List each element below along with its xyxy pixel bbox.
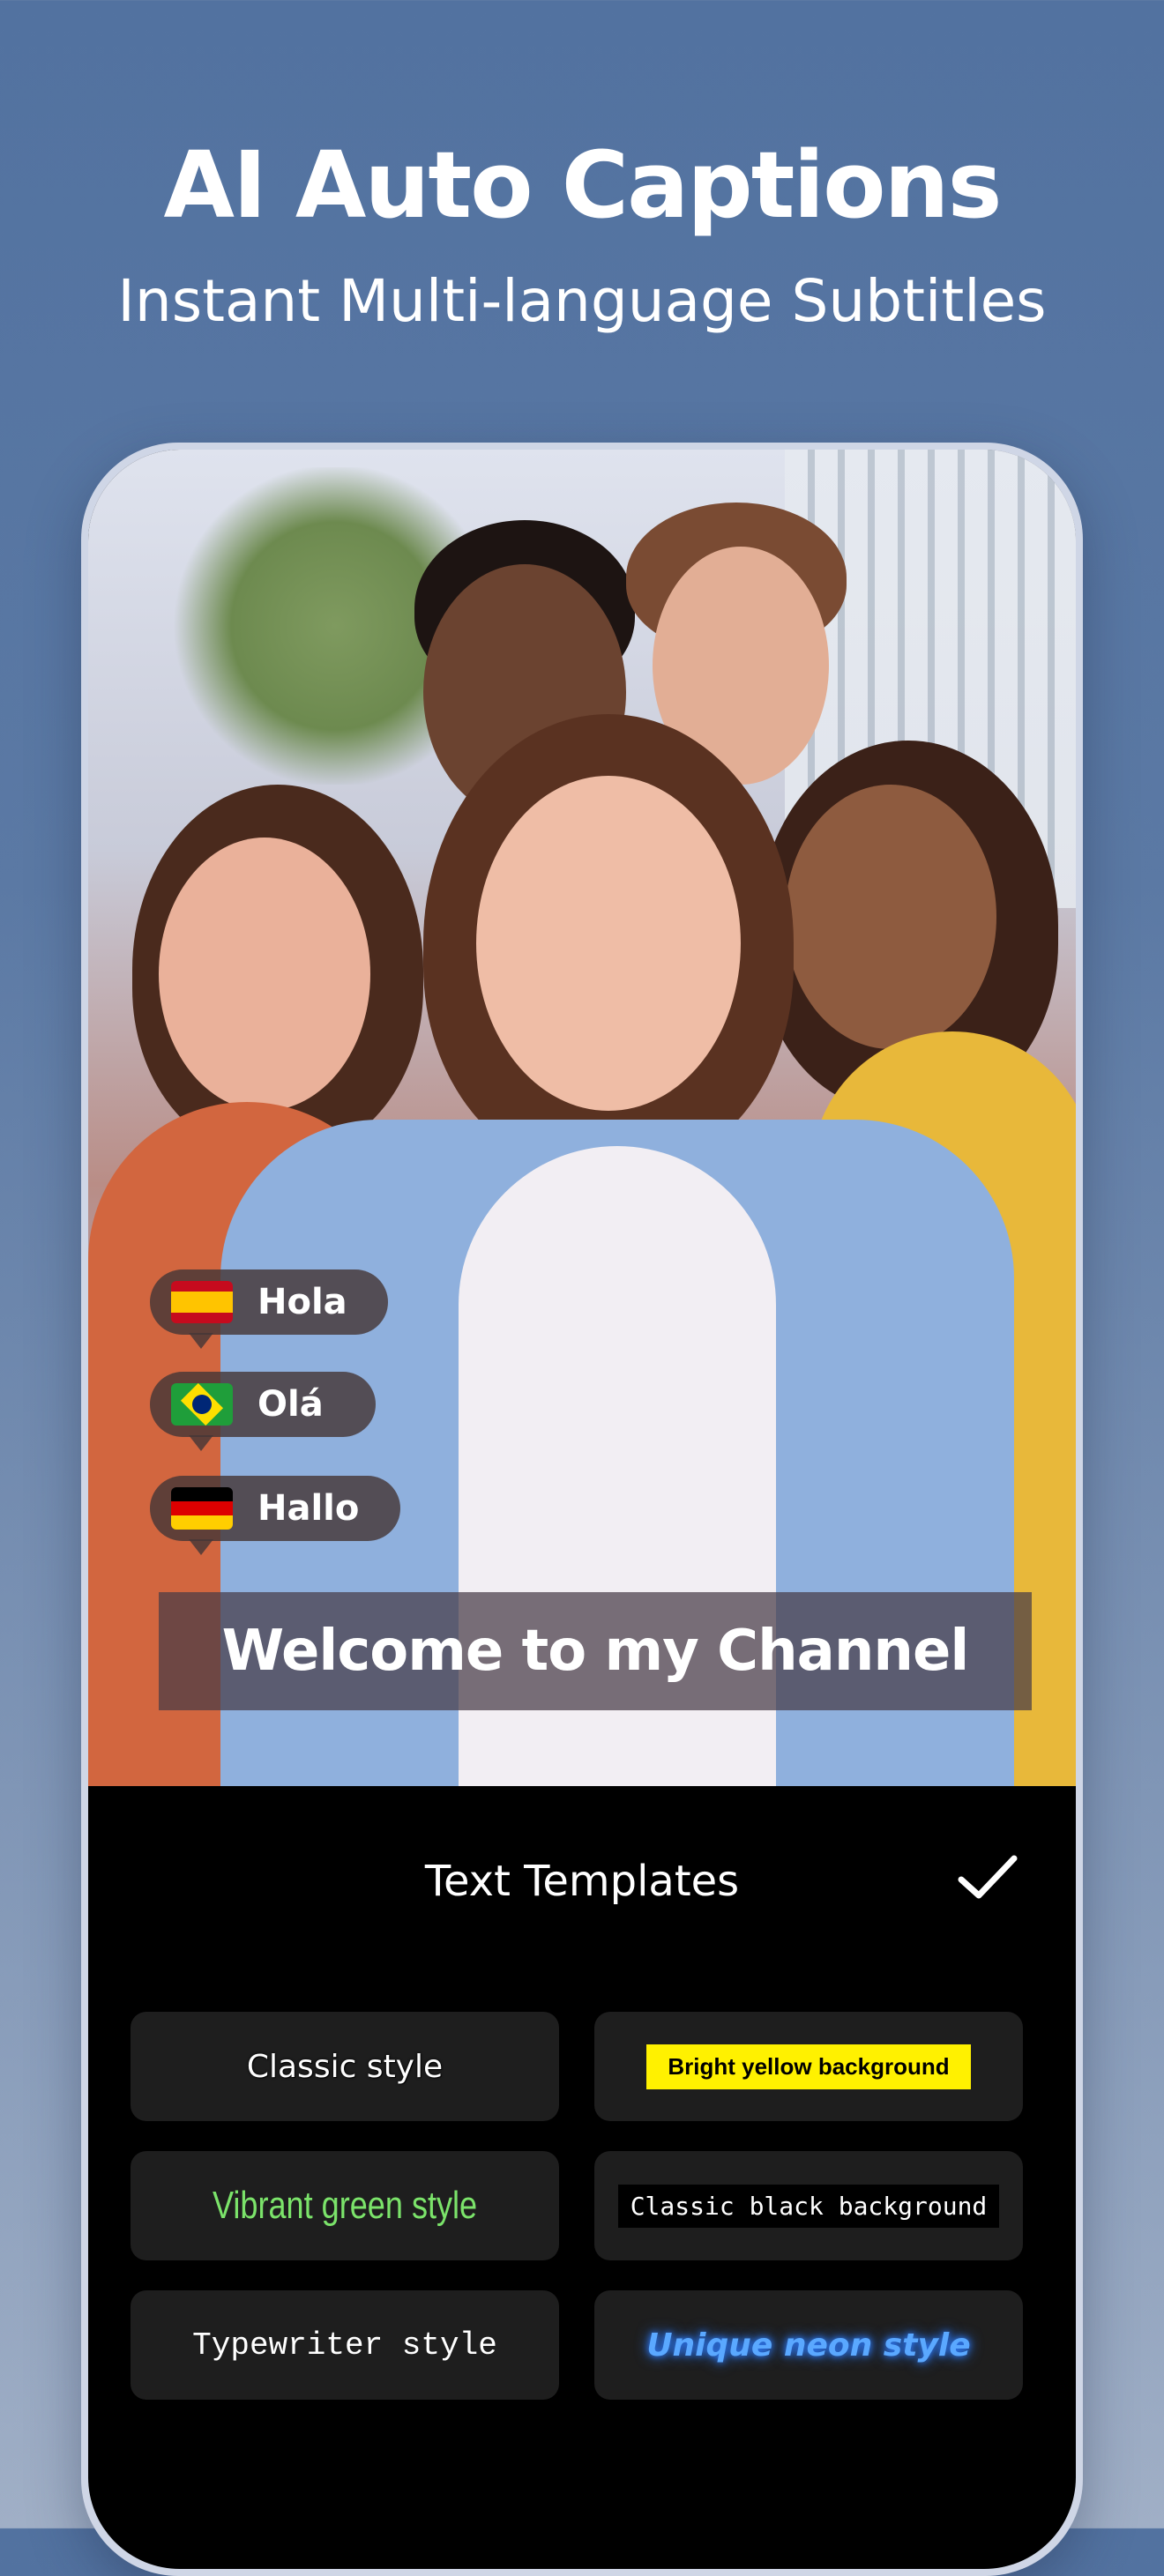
hero-title: AI Auto Captions: [163, 131, 1003, 239]
template-vibrant-green[interactable]: Vibrant green style: [131, 2151, 559, 2260]
person-face: [476, 776, 741, 1111]
hero-subtitle: Instant Multi-language Subtitles: [117, 267, 1047, 335]
caption-text: Welcome to my Channel: [221, 1619, 970, 1684]
checkmark-icon[interactable]: [956, 1851, 1019, 1904]
template-label: Vibrant green style: [212, 2184, 478, 2227]
video-preview: Hola Olá Hallo Welcome to my Channel: [88, 450, 1076, 1786]
phone-frame: Hola Olá Hallo Welcome to my Channel Tex…: [81, 443, 1083, 2576]
language-bubble-german: Hallo: [150, 1476, 400, 1555]
brazil-flag-icon: [171, 1383, 233, 1426]
person-face: [785, 785, 996, 1049]
template-bright-yellow[interactable]: Bright yellow background: [594, 2012, 1023, 2121]
template-classic-black[interactable]: Classic black background: [594, 2151, 1023, 2260]
template-label: Classic style: [246, 2048, 444, 2085]
germany-flag-icon: [171, 1487, 233, 1530]
template-label: Bright yellow background: [646, 2044, 971, 2089]
phone-screen: Hola Olá Hallo Welcome to my Channel Tex…: [88, 450, 1076, 2569]
panel-title: Text Templates: [424, 1857, 740, 1906]
spain-flag-icon: [171, 1281, 233, 1323]
bubble-label: Hallo: [257, 1488, 360, 1529]
caption-overlay[interactable]: Welcome to my Channel: [159, 1592, 1032, 1710]
language-bubble-portuguese: Olá: [150, 1372, 376, 1451]
template-label: Typewriter style: [192, 2327, 497, 2364]
template-label: Classic black background: [617, 2184, 1000, 2228]
person-face: [159, 838, 370, 1111]
template-neon[interactable]: Unique neon style: [594, 2290, 1023, 2400]
template-classic-style[interactable]: Classic style: [131, 2012, 559, 2121]
language-bubble-spanish: Hola: [150, 1269, 388, 1349]
template-typewriter[interactable]: Typewriter style: [131, 2290, 559, 2400]
bubble-label: Olá: [257, 1384, 324, 1425]
bubble-label: Hola: [257, 1282, 347, 1322]
template-label: Unique neon style: [646, 2327, 971, 2364]
